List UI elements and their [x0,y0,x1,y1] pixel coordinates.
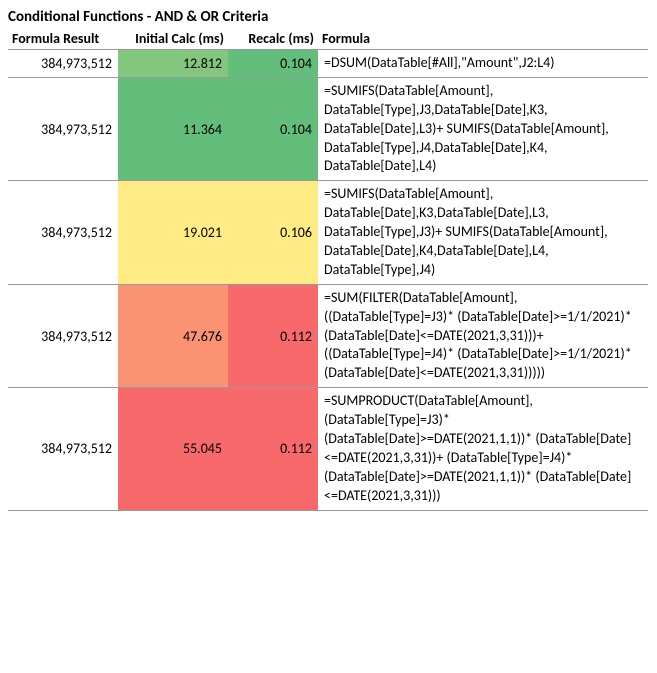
table-row: 384,973,51247.6760.112=SUM(FILTER(DataTa… [8,284,648,387]
header-recalc: Recalc (ms) [228,28,318,50]
cell-recalc: 0.104 [228,50,318,78]
cell-recalc: 0.112 [228,284,318,387]
table-row: 384,973,51255.0450.112=SUMPRODUCT(DataTa… [8,388,648,510]
cell-initial-calc: 11.364 [118,77,228,180]
table-row: 384,973,51212.8120.104=DSUM(DataTable[#A… [8,50,648,78]
results-table: Formula Result Initial Calc (ms) Recalc … [8,28,648,511]
cell-recalc: 0.112 [228,388,318,510]
header-row: Formula Result Initial Calc (ms) Recalc … [8,28,648,50]
cell-result: 384,973,512 [8,181,118,284]
cell-formula: =SUMPRODUCT(DataTable[Amount], (DataTabl… [318,388,648,510]
cell-initial-calc: 55.045 [118,388,228,510]
cell-formula: =SUMIFS(DataTable[Amount], DataTable[Typ… [318,77,648,180]
header-formula: Formula [318,28,648,50]
cell-recalc: 0.104 [228,77,318,180]
cell-formula: =SUMIFS(DataTable[Amount], DataTable[Dat… [318,181,648,284]
cell-formula: =SUM(FILTER(DataTable[Amount], ((DataTab… [318,284,648,387]
cell-formula: =DSUM(DataTable[#All],"Amount",J2:L4) [318,50,648,78]
table-row: 384,973,51211.3640.104=SUMIFS(DataTable[… [8,77,648,180]
cell-result: 384,973,512 [8,388,118,510]
cell-result: 384,973,512 [8,50,118,78]
header-result: Formula Result [8,28,118,50]
table-row: 384,973,51219.0210.106=SUMIFS(DataTable[… [8,181,648,284]
page-title: Conditional Functions - AND & OR Criteri… [8,8,649,26]
header-initial: Initial Calc (ms) [118,28,228,50]
cell-initial-calc: 12.812 [118,50,228,78]
cell-initial-calc: 19.021 [118,181,228,284]
cell-result: 384,973,512 [8,284,118,387]
cell-recalc: 0.106 [228,181,318,284]
cell-result: 384,973,512 [8,77,118,180]
cell-initial-calc: 47.676 [118,284,228,387]
